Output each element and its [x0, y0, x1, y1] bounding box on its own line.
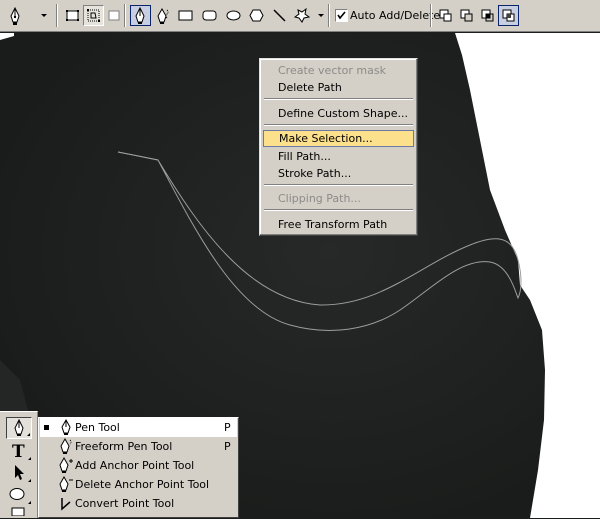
delete-anchor-point-icon: [59, 476, 73, 492]
paths-icon: [87, 9, 100, 22]
path-context-menu: Create vector mask Delete Path Define Cu…: [259, 58, 418, 236]
menu-item-stroke-path[interactable]: Stroke Path...: [263, 165, 414, 182]
chevron-down-icon[interactable]: [318, 14, 324, 17]
type-tool-icon: T: [12, 442, 25, 462]
ellipse-icon: [226, 10, 241, 21]
menu-separator: [264, 98, 413, 100]
tool-ellipse[interactable]: [6, 484, 32, 506]
menu-item-delete-path[interactable]: Delete Path: [263, 79, 414, 96]
menu-item-fill-path[interactable]: Fill Path...: [263, 148, 414, 165]
pen-tool-flyout-menu: Pen Tool P Freeform Pen Tool P Add Ancho…: [38, 417, 239, 518]
divider: [430, 4, 432, 27]
tool-pen[interactable]: [6, 417, 32, 439]
tool-preset-picker[interactable]: [8, 5, 36, 26]
menu-item-create-vector-mask[interactable]: Create vector mask: [263, 62, 414, 79]
menu-separator: [264, 184, 413, 186]
freeform-pen-icon: [60, 438, 72, 454]
custom-shape-icon: [293, 7, 311, 23]
chevron-down-icon[interactable]: [41, 14, 47, 17]
divider: [56, 4, 58, 27]
path-subtract-icon: [460, 9, 473, 22]
options-bar: Auto Add/Delete: [0, 0, 600, 32]
menu-item-free-transform-path[interactable]: Free Transform Path: [263, 216, 414, 233]
path-exclude-icon: [502, 9, 515, 22]
flyout-item-freeform-pen-tool[interactable]: Freeform Pen Tool P: [40, 437, 237, 456]
rounded-rectangle-tool-button[interactable]: [199, 5, 220, 26]
freeform-pen-tool-button[interactable]: [153, 5, 174, 26]
paths-button[interactable]: [83, 5, 104, 26]
pen-tool-icon: [10, 6, 20, 25]
path-combine-icon: [439, 9, 452, 22]
rectangle-icon: [178, 10, 193, 21]
divider: [328, 4, 330, 27]
selected-bullet-icon: [44, 425, 49, 430]
menu-item-clipping-path[interactable]: Clipping Path...: [263, 190, 414, 207]
arrow-pointer-icon: [15, 465, 24, 480]
menu-separator: [264, 124, 413, 126]
polygon-tool-button[interactable]: [246, 5, 267, 26]
menu-item-make-selection[interactable]: Make Selection...: [263, 130, 414, 147]
shape-layers-button[interactable]: [62, 5, 83, 26]
rounded-rectangle-icon: [202, 10, 217, 21]
custom-shape-tool-button[interactable]: [291, 5, 315, 26]
convert-point-icon: [61, 498, 71, 511]
flyout-item-convert-point-tool[interactable]: Convert Point Tool: [40, 494, 237, 513]
flyout-item-pen-tool[interactable]: Pen Tool P: [40, 418, 237, 437]
fill-pixels-icon: [108, 10, 120, 21]
fill-pixels-button[interactable]: [104, 5, 125, 26]
exclude-overlapping-path-areas-button[interactable]: [498, 5, 519, 26]
line-tool-button[interactable]: [269, 5, 290, 26]
checkmark-icon: [337, 11, 346, 20]
subtract-from-path-area-button[interactable]: [456, 5, 477, 26]
path-intersect-icon: [481, 9, 494, 22]
pen-tool-icon: [61, 419, 71, 435]
line-icon: [273, 9, 286, 22]
tool-path-selection[interactable]: [6, 462, 32, 484]
tool-type[interactable]: T: [6, 440, 32, 462]
add-anchor-point-icon: [59, 457, 73, 473]
rectangle-tool-button[interactable]: [175, 5, 196, 26]
menu-item-define-custom-shape[interactable]: Define Custom Shape...: [263, 105, 414, 122]
svg-text:T: T: [12, 442, 25, 460]
ellipse-tool-button[interactable]: [223, 5, 244, 26]
ellipse-icon: [9, 488, 25, 500]
shape-layers-icon: [66, 10, 79, 21]
flyout-item-add-anchor-point-tool[interactable]: Add Anchor Point Tool: [40, 456, 237, 475]
polygon-icon: [249, 9, 264, 22]
add-to-path-area-button[interactable]: [435, 5, 456, 26]
notes-icon: [11, 507, 25, 517]
intersect-path-areas-button[interactable]: [477, 5, 498, 26]
auto-add-delete-checkbox[interactable]: [335, 9, 348, 22]
menu-separator: [264, 209, 413, 211]
divider: [124, 4, 126, 27]
pen-tool-button[interactable]: [130, 5, 151, 26]
freeform-pen-icon: [157, 7, 169, 24]
pen-tool-icon: [135, 6, 145, 24]
tool-notes[interactable]: [6, 506, 32, 517]
auto-add-delete-label: Auto Add/Delete: [350, 9, 441, 22]
tools-panel: T: [0, 411, 38, 518]
flyout-item-delete-anchor-point-tool[interactable]: Delete Anchor Point Tool: [40, 475, 237, 494]
